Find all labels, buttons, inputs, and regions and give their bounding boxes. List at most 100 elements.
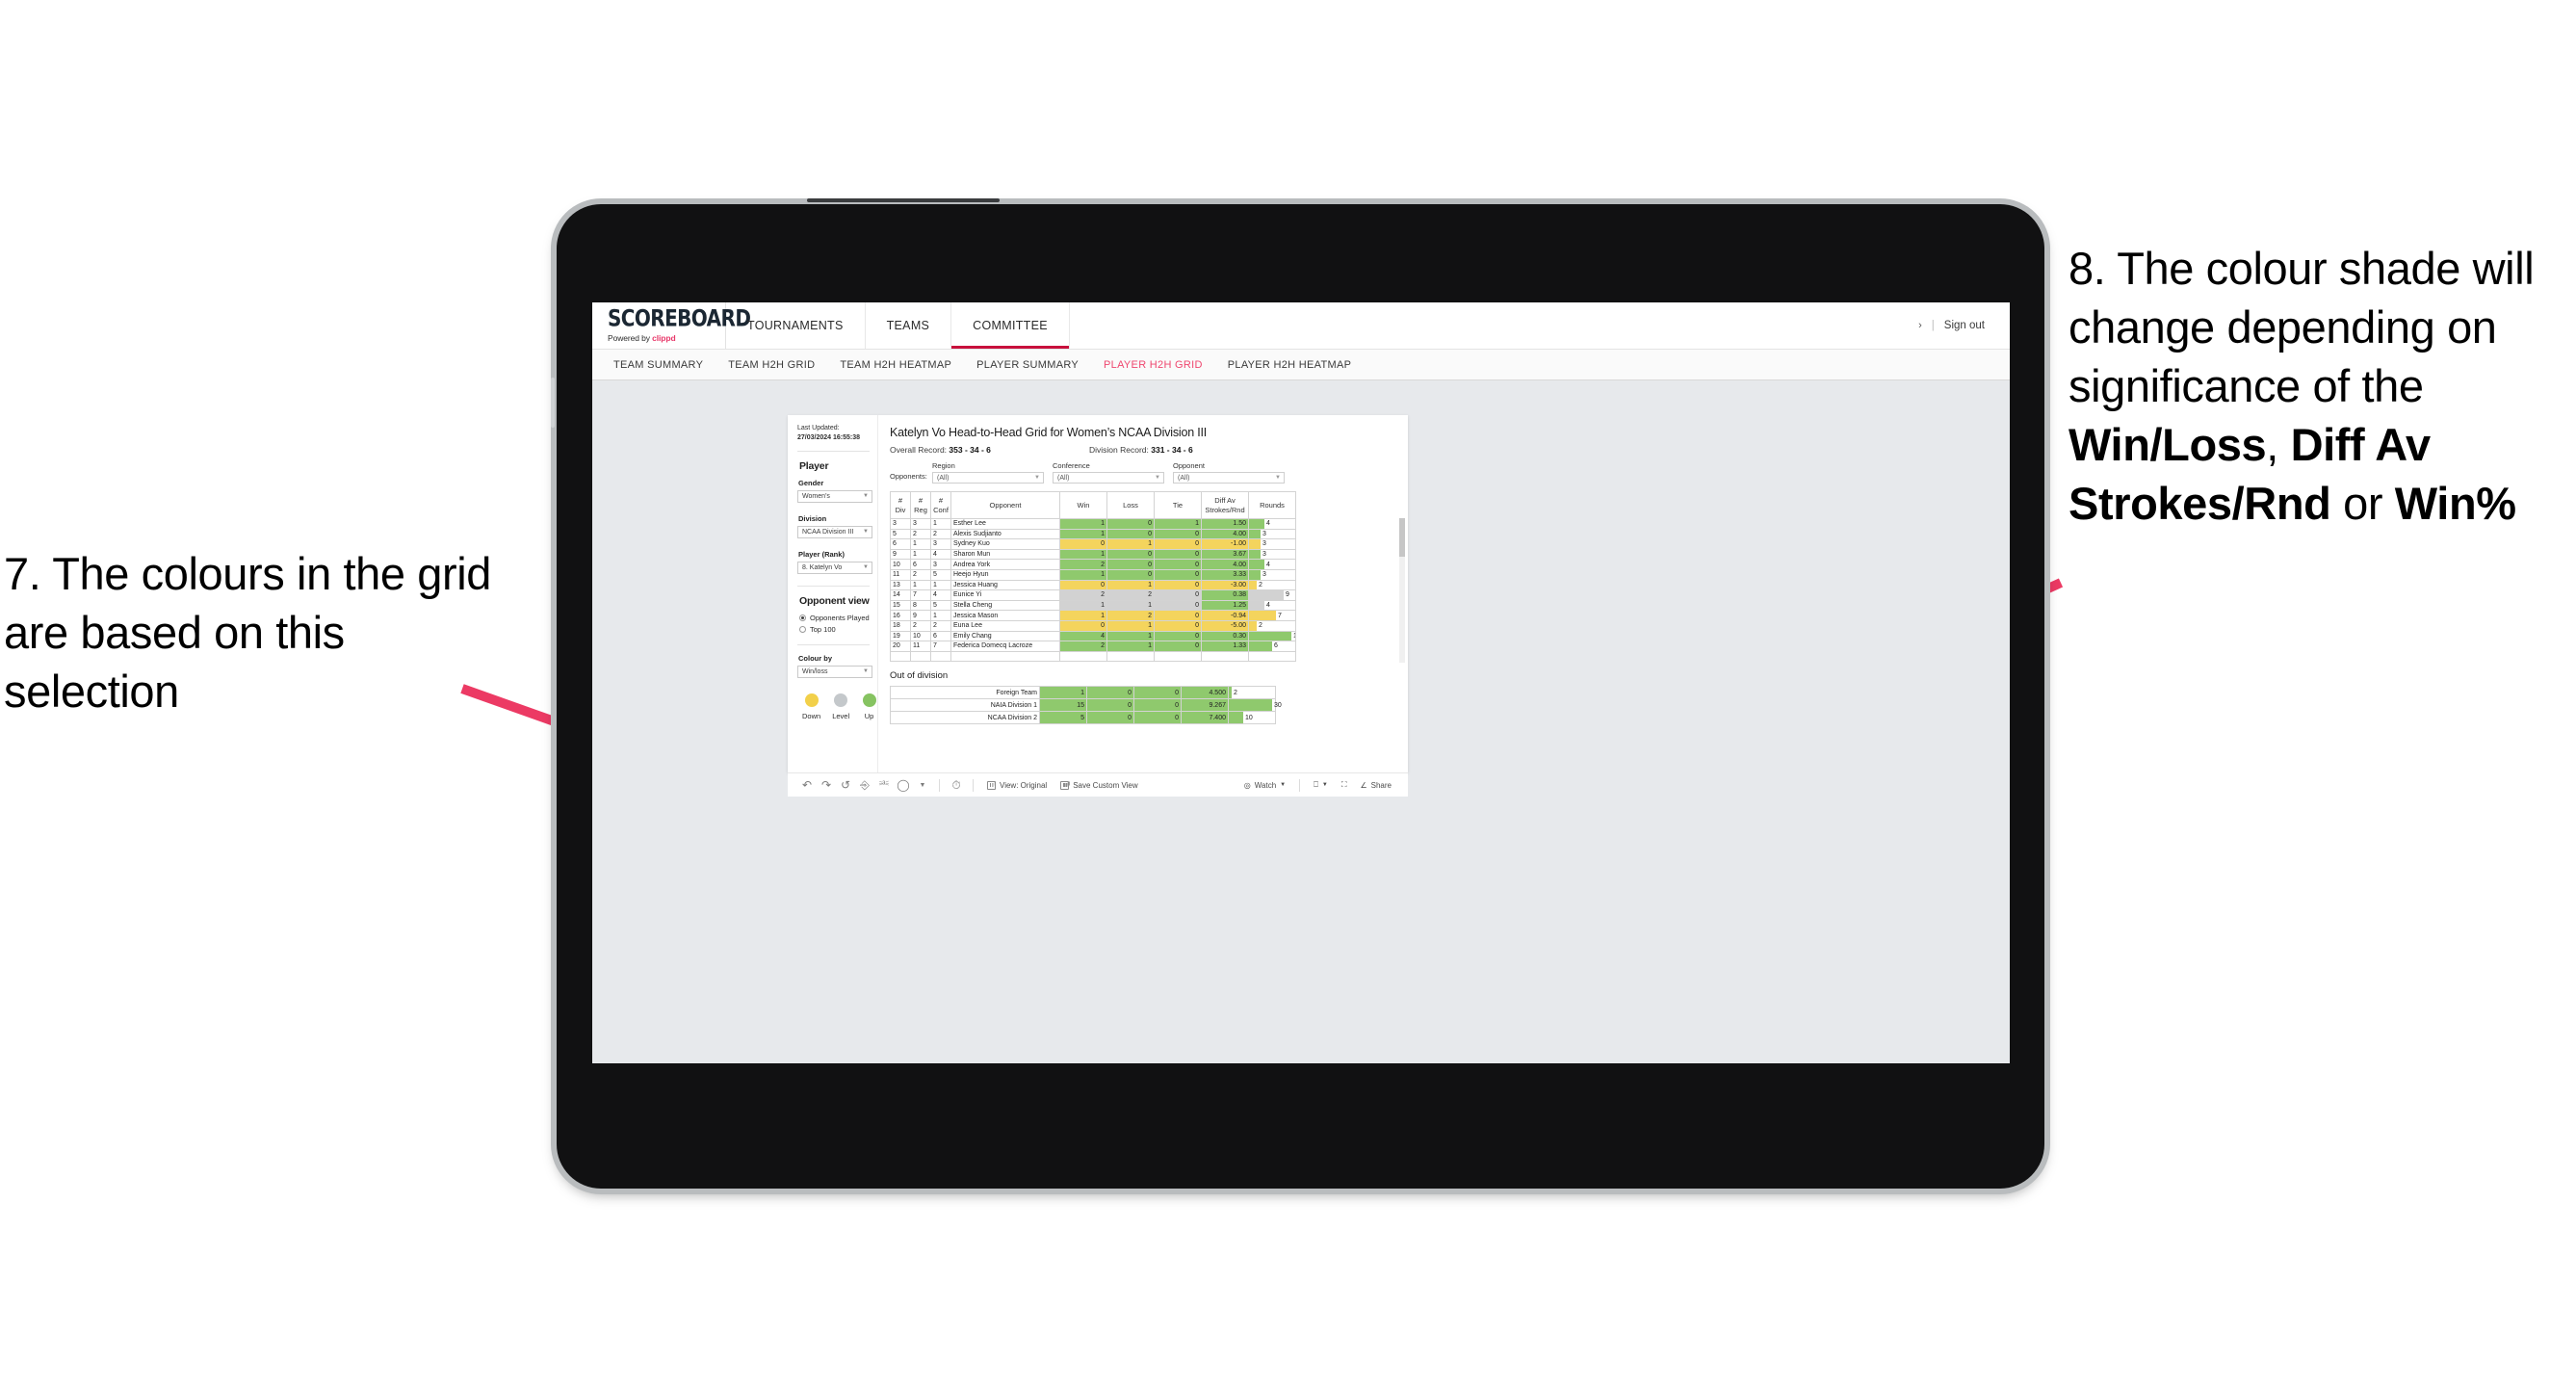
col-header-diff[interactable]: Diff Av Strokes/Rnd <box>1201 491 1249 519</box>
topnav-item-teams[interactable]: TEAMS <box>866 302 952 349</box>
cell-diff: 1.50 <box>1201 518 1249 530</box>
revert-icon[interactable]: ↺ <box>836 778 855 792</box>
chevron-down-icon[interactable]: ▼ <box>913 782 932 789</box>
highlight-icon[interactable]: ◯ <box>894 778 913 792</box>
topnav-item-tournaments[interactable]: TOURNAMENTS <box>726 302 866 349</box>
filter-opponent-select[interactable]: (All) ▼ <box>1173 472 1285 484</box>
view-original-button[interactable]: View: Original <box>980 780 1054 790</box>
cell-opponent: Esther Lee <box>950 518 1060 530</box>
table-vertical-scrollbar[interactable] <box>1399 518 1405 663</box>
sign-out-link[interactable]: Sign out <box>1944 320 1985 331</box>
subnav-item-team-summary[interactable]: TEAM SUMMARY <box>613 359 703 371</box>
share-button[interactable]: ∠ Share <box>1353 781 1398 790</box>
table-blank-row <box>890 650 1296 663</box>
refresh-data-icon[interactable]: ⎆ <box>855 778 874 793</box>
table-blank-cell <box>1248 650 1296 663</box>
cell-diff: 3.33 <box>1201 568 1249 581</box>
gender-select[interactable]: Women’s ▼ <box>797 489 872 503</box>
table-row[interactable]: 10 6 3 Andrea York 2 0 0 4.00 4 <box>890 559 1296 570</box>
cell-tie: 0 <box>1154 610 1202 621</box>
subnav-item-player-summary[interactable]: PLAYER SUMMARY <box>976 359 1079 371</box>
cell-opponent: Federica Domecq Lacroze <box>950 641 1060 652</box>
subnav-item-player-h2h-grid[interactable]: PLAYER H2H GRID <box>1104 359 1203 371</box>
table-row[interactable]: 13 1 1 Jessica Huang 0 1 0 -3.00 2 <box>890 579 1296 591</box>
cell-tie: 0 <box>1154 599 1202 612</box>
out-of-division-row[interactable]: NAIA Division 1 15 0 0 9.267 30 <box>890 698 1282 713</box>
opponent-filters: Opponents: Region (All) ▼ Conference (Al <box>890 461 1396 484</box>
col-header-div[interactable]: # Div <box>890 491 911 519</box>
col-header-conf[interactable]: # Conf <box>930 491 951 519</box>
col-header-reg[interactable]: # Reg <box>910 491 931 519</box>
fullscreen-button[interactable]: ⛶ <box>1335 780 1354 790</box>
cell-conf: 5 <box>930 599 951 612</box>
overall-record-value: 353 - 34 - 6 <box>949 445 991 455</box>
watch-button[interactable]: ◎ Watch ▼ <box>1237 781 1292 790</box>
division-record-value: 331 - 34 - 6 <box>1151 445 1193 455</box>
subnav-item-team-h2h-grid[interactable]: TEAM H2H GRID <box>728 359 815 371</box>
col-header-rounds[interactable]: Rounds <box>1248 491 1296 519</box>
subnav-item-player-h2h-heatmap[interactable]: PLAYER H2H HEATMAP <box>1228 359 1351 371</box>
out-of-division-row[interactable]: NCAA Division 2 5 0 0 7.400 10 <box>890 711 1276 725</box>
out-of-division-table: Foreign Team 1 0 0 4.500 2 NAIA Division 1 15 0 0… <box>890 686 1282 725</box>
pause-auto-update-icon[interactable]: ⎃ <box>874 778 894 793</box>
cell-rounds: 10 <box>1228 711 1276 725</box>
download-button[interactable]: ⎕ ▼ <box>1307 780 1335 790</box>
cell-rounds: 2 <box>1228 686 1276 700</box>
cell-rounds: 3 <box>1248 568 1296 581</box>
h2h-grid-wrapper: # Div # Reg # Conf Opponent Win Loss Tie Di… <box>890 491 1405 663</box>
radio-top-100[interactable]: Top 100 <box>799 625 877 634</box>
table-row[interactable]: 19106Emily Chang4100.3011 <box>890 630 1296 642</box>
rounds-value: 6 <box>1274 642 1278 650</box>
watch-label: Watch <box>1254 780 1277 790</box>
table-row[interactable]: 20 11 7 Federica Domecq Lacroze 2 1 0 1.33 6 <box>890 641 1296 652</box>
player-rank-select[interactable]: 8. Katelyn Vo ▼ <box>797 561 872 574</box>
table-row[interactable]: 14 7 4 Eunice Yi 2 2 0 0.38 9 <box>890 589 1296 601</box>
table-row[interactable]: 3 3 1 Esther Lee 1 0 1 1.50 4 <box>890 518 1296 530</box>
filter-conference-select[interactable]: (All) ▼ <box>1053 472 1164 484</box>
colour-by-select[interactable]: Win/loss ▼ <box>797 665 872 678</box>
col-diff-line2: Strokes/Rnd <box>1205 505 1245 514</box>
col-header-opponent[interactable]: Opponent <box>950 491 1060 519</box>
chevron-right-icon[interactable]: › <box>1918 320 1922 331</box>
out-of-division-row[interactable]: Foreign Team 1 0 0 4.500 2 <box>890 686 1276 700</box>
rounds-value: 2 <box>1234 689 1237 696</box>
cell-rounds: 4 <box>1248 559 1296 570</box>
topnav-item-committee[interactable]: COMMITTEE <box>951 302 1070 349</box>
sub-navigation: TEAM SUMMARY TEAM H2H GRID TEAM H2H HEAT… <box>592 349 2010 380</box>
col-header-win[interactable]: Win <box>1059 491 1107 519</box>
scrollbar-thumb[interactable] <box>1399 518 1405 557</box>
division-select[interactable]: NCAA Division III ▼ <box>797 525 872 538</box>
cell-diff: 3.67 <box>1201 548 1249 561</box>
table-row[interactable]: 6 1 3 Sydney Kuo 0 1 0 -1.00 3 <box>890 538 1296 550</box>
filter-conference-value: (All) <box>1057 474 1070 482</box>
table-row[interactable]: 18 2 2 Euna Lee 0 1 0 -5.00 2 <box>890 619 1296 632</box>
radio-opponents-played[interactable]: Opponents Played <box>799 614 877 622</box>
cell-group-name: Foreign Team <box>890 686 1040 700</box>
cell-diff: 4.00 <box>1201 528 1249 540</box>
save-custom-view-button[interactable]: Save Custom View <box>1054 780 1144 790</box>
redo-icon[interactable]: ↷ <box>817 778 836 792</box>
share-label: Share <box>1370 780 1392 790</box>
legend-dot-level-icon <box>834 693 848 707</box>
panel-heading-player: Player <box>799 459 829 472</box>
cell-loss: 2 <box>1106 610 1155 621</box>
out-of-division-title: Out of division <box>890 670 949 682</box>
top-navigation: TOURNAMENTS TEAMS COMMITTEE <box>726 302 1070 349</box>
rounds-bar <box>1249 621 1257 631</box>
filter-conference: Conference (All) ▼ <box>1053 461 1164 484</box>
cell-reg: 10 <box>910 630 931 642</box>
table-row[interactable]: 15 8 5 Stella Cheng 1 1 0 1.25 4 <box>890 599 1296 612</box>
table-row[interactable]: 5 2 2 Alexis Sudjianto 1 0 0 4.00 3 <box>890 528 1296 540</box>
undo-icon[interactable]: ↶ <box>797 778 817 792</box>
brand-logo[interactable]: SCOREBOARD Powered by clippd <box>592 302 751 349</box>
clock-history-icon[interactable]: ⏱ <box>947 778 966 793</box>
table-row[interactable]: 9 1 4 Sharon Mun 1 0 0 3.67 3 <box>890 548 1296 561</box>
col-header-tie[interactable]: Tie <box>1154 491 1202 519</box>
cell-reg: 1 <box>910 579 931 591</box>
cell-div: 18 <box>890 619 911 632</box>
col-header-loss[interactable]: Loss <box>1106 491 1155 519</box>
subnav-item-team-h2h-heatmap[interactable]: TEAM H2H HEATMAP <box>840 359 951 371</box>
table-row[interactable]: 16 9 1 Jessica Mason 1 2 0 -0.94 7 <box>890 610 1296 621</box>
table-row[interactable]: 11 2 5 Heejo Hyun 1 0 0 3.33 3 <box>890 568 1296 581</box>
filter-region-select[interactable]: (All) ▼ <box>932 472 1044 484</box>
